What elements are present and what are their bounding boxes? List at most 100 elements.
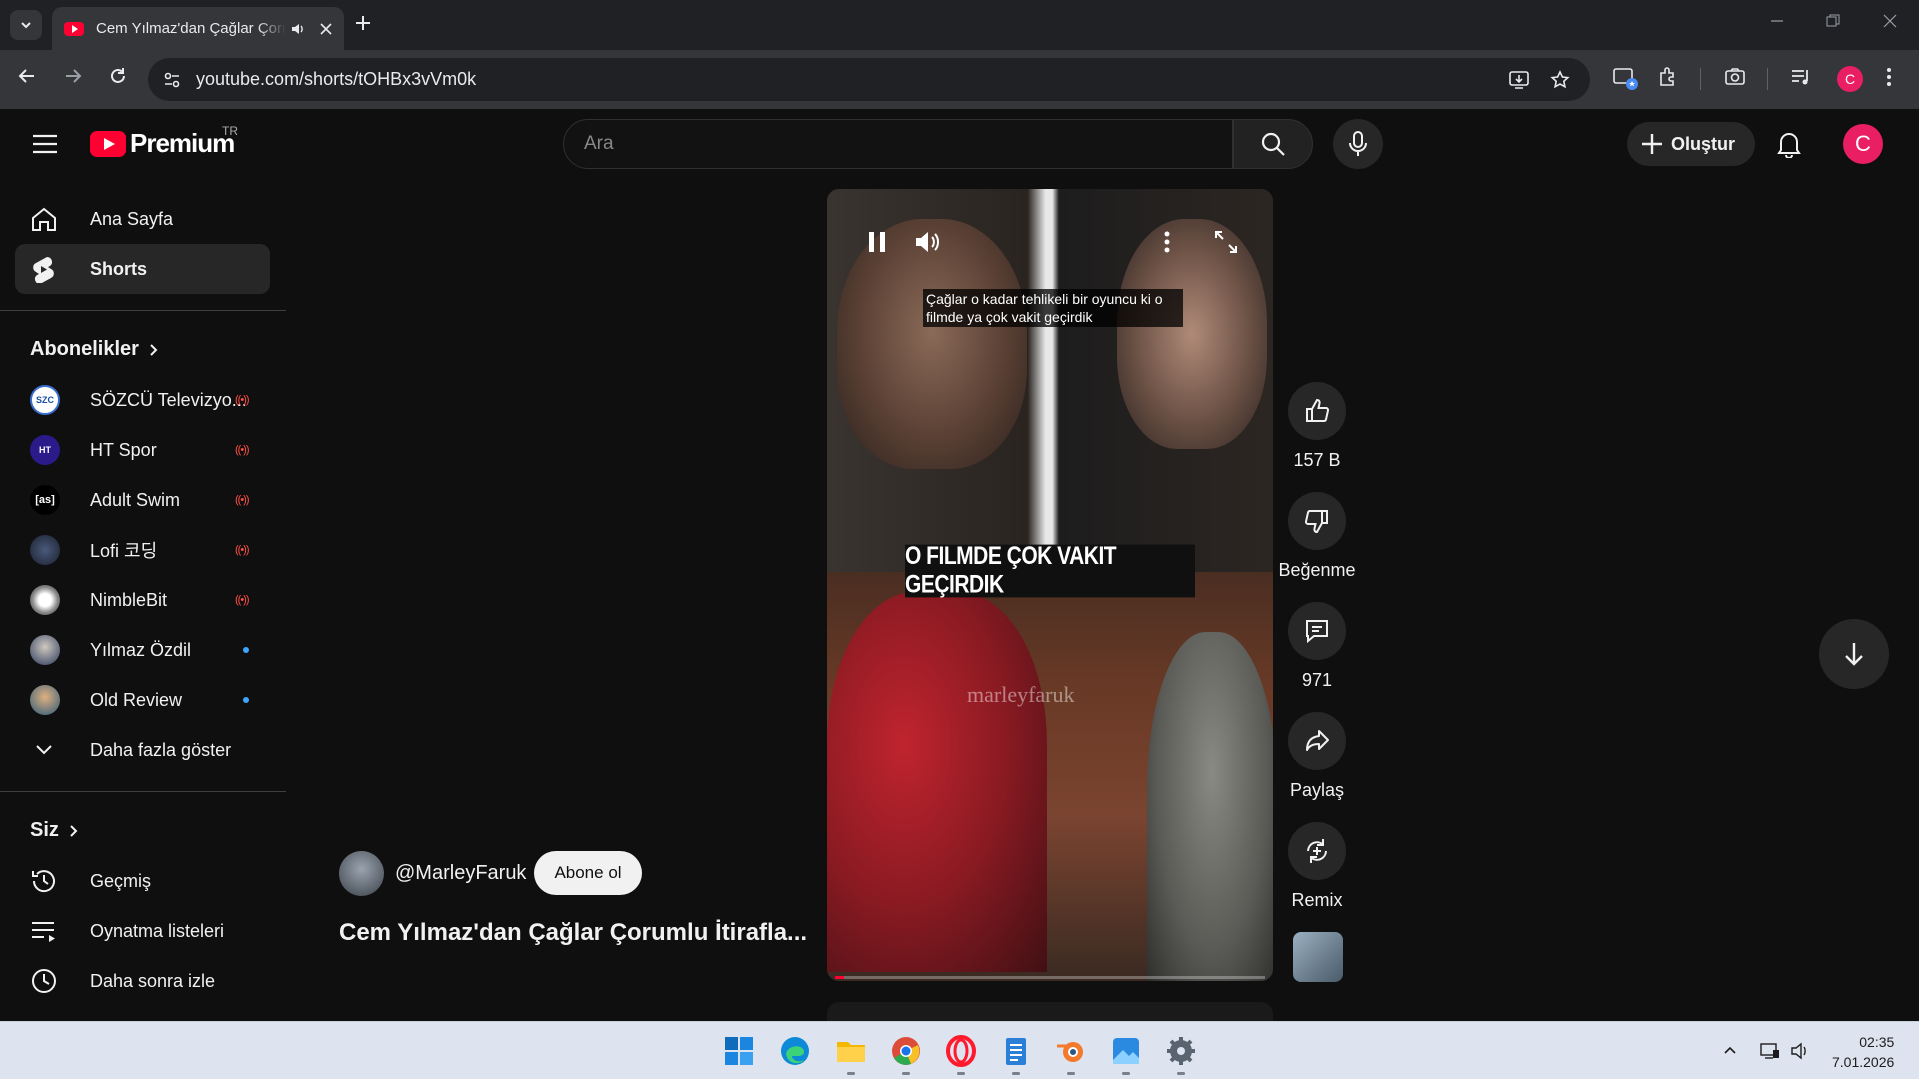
like-action[interactable]: 157 B xyxy=(1288,382,1346,471)
running-indicator xyxy=(847,1072,855,1075)
share-action[interactable]: Paylaş xyxy=(1288,712,1346,801)
fullscreen-icon[interactable] xyxy=(1213,229,1239,255)
sidebar-channel-nimblebit[interactable]: NimbleBit ((•)) xyxy=(15,575,270,625)
forward-icon[interactable] xyxy=(63,66,83,86)
account-avatar[interactable]: C xyxy=(1843,124,1883,164)
screenshot-icon[interactable] xyxy=(1724,66,1746,88)
tab-sharing-icon[interactable] xyxy=(1612,66,1638,90)
video-progress-bar[interactable] xyxy=(835,976,1265,979)
edge-browser-icon[interactable] xyxy=(778,1034,812,1068)
comments-button[interactable] xyxy=(1288,602,1346,660)
you-heading[interactable]: Siz xyxy=(30,819,79,842)
search-input[interactable] xyxy=(584,120,1184,168)
sidebar-channel-oldreview[interactable]: Old Review xyxy=(15,675,270,725)
notifications-bell-icon[interactable] xyxy=(1776,130,1802,158)
channel-handle[interactable]: @MarleyFaruk xyxy=(395,862,526,885)
bookmark-star-icon[interactable] xyxy=(1550,70,1570,90)
channel-avatar xyxy=(30,635,60,665)
subscriptions-heading[interactable]: Abonelikler xyxy=(30,338,159,361)
sidebar-item-watch-later[interactable]: Daha sonra izle xyxy=(15,956,270,1006)
shorts-video-player[interactable]: Çağlar o kadar tehlikeli bir oyuncu ki o… xyxy=(827,189,1273,981)
tab-search-button[interactable] xyxy=(10,10,42,40)
channel-name: NimbleBit xyxy=(90,589,168,610)
sound-source-thumbnail[interactable] xyxy=(1293,932,1343,982)
browser-tab[interactable]: Cem Yılmaz'dan Çağlar Çorumlu İtirafları xyxy=(52,7,344,50)
address-bar[interactable]: youtube.com/shorts/tOHBx3vVm0k xyxy=(148,58,1590,101)
site-settings-icon[interactable] xyxy=(162,70,182,90)
like-button[interactable] xyxy=(1288,382,1346,440)
channel-name: Lofi 코딩 xyxy=(90,541,158,561)
more-options-icon[interactable] xyxy=(1163,229,1171,255)
sidebar-channel-lofi[interactable]: Lofi 코딩 ((•)) xyxy=(15,525,270,575)
url-text: youtube.com/shorts/tOHBx3vVm0k xyxy=(196,69,477,89)
sidebar-item-playlists[interactable]: Oynatma listeleri xyxy=(15,906,270,956)
share-button[interactable] xyxy=(1288,712,1346,770)
sidebar-item-label: Oynatma listeleri xyxy=(90,920,225,941)
network-icon[interactable] xyxy=(1759,1042,1781,1060)
chrome-icon[interactable] xyxy=(889,1034,923,1068)
plus-icon xyxy=(1642,134,1662,154)
browser-profile-avatar[interactable]: C xyxy=(1837,66,1863,92)
extensions-icon[interactable] xyxy=(1657,66,1679,88)
channel-name: Yılmaz Özdil xyxy=(90,639,192,660)
more-vert-icon[interactable] xyxy=(1886,66,1892,88)
file-explorer-icon[interactable] xyxy=(834,1034,868,1068)
install-app-icon[interactable] xyxy=(1508,70,1530,90)
windows-taskbar: 02:35 7.01.2026 xyxy=(0,1021,1919,1079)
youtube-premium-logo[interactable]: Premium TR xyxy=(90,124,238,159)
speaker-icon[interactable] xyxy=(290,21,306,37)
running-indicator xyxy=(1177,1072,1185,1075)
pause-icon[interactable] xyxy=(865,229,889,255)
settings-gear-icon[interactable] xyxy=(1164,1034,1198,1068)
volume-tray-icon[interactable] xyxy=(1790,1042,1810,1060)
sidebar-channel-yilmazozdil[interactable]: Yılmaz Özdil xyxy=(15,625,270,675)
comments-action[interactable]: 971 xyxy=(1288,602,1346,691)
sidebar-channel-htspor[interactable]: HT HT Spor ((•)) xyxy=(15,425,270,475)
arrow-down-icon xyxy=(1845,643,1863,666)
video-caption-top: Çağlar o kadar tehlikeli bir oyuncu ki o… xyxy=(923,289,1183,327)
new-tab-icon[interactable] xyxy=(354,14,372,32)
create-button[interactable]: Oluştur xyxy=(1627,122,1755,166)
blender-icon[interactable] xyxy=(1054,1034,1088,1068)
opera-icon[interactable] xyxy=(944,1034,978,1068)
sidebar-item-history[interactable]: Geçmiş xyxy=(15,856,270,906)
sidebar-channel-adultswim[interactable]: [as] Adult Swim ((•)) xyxy=(15,475,270,525)
reload-icon[interactable] xyxy=(108,66,128,86)
subscribe-button[interactable]: Abone ol xyxy=(534,851,642,895)
sidebar-show-more[interactable]: Daha fazla göster xyxy=(15,725,270,775)
next-short-button[interactable] xyxy=(1819,619,1889,689)
live-indicator-icon: ((•)) xyxy=(235,394,249,406)
media-controls-icon[interactable] xyxy=(1790,66,1812,88)
close-tab-icon[interactable] xyxy=(320,22,332,35)
remix-button[interactable] xyxy=(1288,822,1346,880)
playlists-icon xyxy=(32,922,55,942)
sidebar-item-shorts[interactable]: Shorts xyxy=(15,244,270,294)
new-content-dot xyxy=(243,647,249,653)
sidebar-item-home[interactable]: Ana Sayfa xyxy=(15,194,270,244)
photos-app-icon[interactable] xyxy=(1109,1034,1143,1068)
back-icon[interactable] xyxy=(17,66,37,86)
sidebar-channel-sozcu[interactable]: SZC SÖZCÜ Televizyo... ((•)) xyxy=(15,375,270,425)
minimize-icon[interactable] xyxy=(1770,14,1784,28)
windows-start-icon[interactable] xyxy=(722,1034,756,1068)
video-title[interactable]: Cem Yılmaz'dan Çağlar Çorumlu İtirafla..… xyxy=(339,919,807,947)
live-indicator-icon: ((•)) xyxy=(235,444,249,456)
sidebar-item-label: Shorts xyxy=(90,258,148,279)
voice-search-button[interactable] xyxy=(1333,119,1383,169)
restore-icon[interactable] xyxy=(1826,14,1840,28)
video-person-gray xyxy=(1147,632,1273,981)
running-indicator xyxy=(1122,1072,1130,1075)
volume-icon[interactable] xyxy=(913,229,943,255)
dislike-label: Beğenme xyxy=(1278,560,1356,580)
chevron-up-icon[interactable] xyxy=(1722,1042,1738,1058)
dislike-button[interactable] xyxy=(1288,492,1346,550)
channel-avatar[interactable] xyxy=(339,851,384,896)
notepad-icon[interactable] xyxy=(999,1034,1033,1068)
close-window-icon[interactable] xyxy=(1883,14,1897,28)
search-button[interactable] xyxy=(1233,119,1313,169)
microphone-icon xyxy=(1349,131,1367,156)
remix-action[interactable]: Remix xyxy=(1288,822,1346,911)
dislike-action[interactable]: Beğenme xyxy=(1278,492,1356,581)
system-clock[interactable]: 02:35 7.01.2026 xyxy=(1832,1032,1894,1072)
hamburger-menu-icon[interactable] xyxy=(32,133,58,155)
